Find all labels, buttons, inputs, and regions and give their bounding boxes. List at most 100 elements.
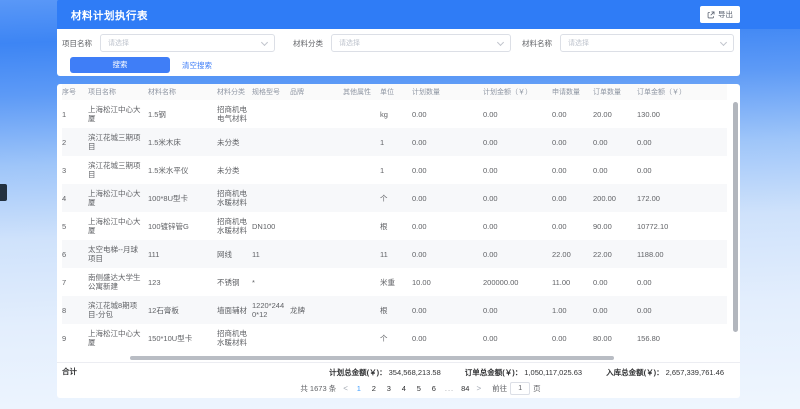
next-page-button[interactable]: > <box>476 384 481 393</box>
search-button[interactable]: 搜索 <box>70 57 170 73</box>
summary-item-label: 入库总金额(￥)： <box>606 368 664 377</box>
table-cell: 20.00 <box>593 100 637 128</box>
table-cell: 1 <box>380 128 412 156</box>
table-cell <box>252 156 290 184</box>
table-cell <box>252 184 290 212</box>
table-row[interactable]: 4上海松江中心大厦100*8U型卡招商机电水暖材料个0.000.000.0020… <box>62 184 727 212</box>
summary-item-value: 1,050,117,025.63 <box>524 368 582 377</box>
table-cell: 9 <box>62 324 88 352</box>
goto-suffix: 页 <box>533 383 541 394</box>
table-cell: kg <box>380 100 412 128</box>
filter-select-2[interactable]: 请选择 <box>560 34 734 52</box>
table-cell: 招商机电电气材料 <box>217 100 252 128</box>
page-button-6[interactable]: 6 <box>430 384 438 393</box>
table-cell: 0.00 <box>483 240 552 268</box>
column-header: 订单金额（￥） <box>637 84 727 100</box>
table-cell <box>343 240 380 268</box>
table-cell: 0.00 <box>637 296 727 324</box>
table-row[interactable]: 1上海松江中心大厦1.5钢招商机电电气材料kg0.000.000.0020.00… <box>62 100 727 128</box>
table-cell: 130.00 <box>637 100 727 128</box>
table-cell: 0.00 <box>412 100 483 128</box>
table-cell: 200000.00 <box>483 268 552 296</box>
side-drawer-handle[interactable] <box>0 184 7 201</box>
select-placeholder: 请选择 <box>568 38 589 48</box>
table-row[interactable]: 8滨江花城8期项目-分包12石膏板墙面辅材1220*2440*12龙牌根0.00… <box>62 296 727 324</box>
table-cell: 0.00 <box>552 212 593 240</box>
filter-select-1[interactable]: 请选择 <box>331 34 511 52</box>
filter-select-0[interactable]: 请选择 <box>100 34 275 52</box>
table-cell <box>252 128 290 156</box>
table-cell: 0.00 <box>593 128 637 156</box>
select-placeholder: 请选择 <box>108 38 129 48</box>
table-cell <box>343 184 380 212</box>
filter-panel: 项目名称请选择材料分类请选择材料名称请选择 搜索 清空搜索 <box>57 29 740 76</box>
export-button-label: 导出 <box>718 9 733 20</box>
table-row[interactable]: 3滨江花城三期项目1.5米水平仪未分类10.000.000.000.000.00 <box>62 156 727 184</box>
table-cell: 根 <box>380 296 412 324</box>
column-header: 计划金额（￥） <box>483 84 552 100</box>
select-placeholder: 请选择 <box>339 38 360 48</box>
column-header: 材料分类 <box>217 84 252 100</box>
table-cell: 90.00 <box>593 212 637 240</box>
table-cell: 招商机电水暖材料 <box>217 212 252 240</box>
page-title: 材料计划执行表 <box>71 8 148 23</box>
table-cell: 0.00 <box>483 324 552 352</box>
page-button-3[interactable]: 3 <box>385 384 393 393</box>
materials-table: 序号项目名称材料名称材料分类规格型号品牌其他属性单位计划数量计划金额（￥）申请数… <box>62 84 727 352</box>
horizontal-scrollbar <box>57 356 730 360</box>
table-header-row: 序号项目名称材料名称材料分类规格型号品牌其他属性单位计划数量计划金额（￥）申请数… <box>62 84 727 100</box>
page-button-5[interactable]: 5 <box>415 384 423 393</box>
table-cell: 100*8U型卡 <box>148 184 217 212</box>
table-cell: 不锈钢 <box>217 268 252 296</box>
goto-label: 前往 <box>492 383 507 394</box>
table-cell: 米重 <box>380 268 412 296</box>
table-cell: 1.5米木床 <box>148 128 217 156</box>
table-cell: 0.00 <box>412 240 483 268</box>
column-header: 序号 <box>62 84 88 100</box>
page-button-2[interactable]: 2 <box>370 384 378 393</box>
goto-page-input[interactable] <box>510 382 530 395</box>
vertical-scrollbar-thumb[interactable] <box>733 102 738 332</box>
filter-label: 材料名称 <box>522 38 552 49</box>
table-cell: 0.00 <box>483 212 552 240</box>
export-button[interactable]: 导出 <box>700 6 740 23</box>
filter-group-0: 项目名称请选择 <box>62 34 275 52</box>
table-cell <box>252 324 290 352</box>
summary-item-value: 354,568,213.58 <box>389 368 441 377</box>
table-cell <box>290 240 343 268</box>
table-cell <box>343 128 380 156</box>
page-list: 123456...84 <box>355 384 470 393</box>
chevron-down-icon <box>720 38 727 45</box>
table-row[interactable]: 9上海松江中心大厦150*10U型卡招商机电水暖材料个0.000.000.008… <box>62 324 727 352</box>
page-button-84[interactable]: 84 <box>461 384 469 393</box>
table-row[interactable]: 6太空电梯--月球项目111网线11110.000.0022.0022.0011… <box>62 240 727 268</box>
table-cell: 11.00 <box>552 268 593 296</box>
column-header: 其他属性 <box>343 84 380 100</box>
table-cell <box>343 268 380 296</box>
horizontal-scrollbar-thumb[interactable] <box>130 356 614 360</box>
table-cell <box>343 324 380 352</box>
clear-search-link[interactable]: 清空搜索 <box>182 60 212 71</box>
table-cell: 滨江花城8期项目-分包 <box>88 296 148 324</box>
prev-page-button[interactable]: < <box>343 384 348 393</box>
table-cell: 0.00 <box>483 128 552 156</box>
table-cell: 墙面辅材 <box>217 296 252 324</box>
table-cell: 10.00 <box>412 268 483 296</box>
table-cell: * <box>252 268 290 296</box>
summary-row: 合计 计划总金额(￥)：354,568,213.58订单总金额(￥)：1,050… <box>57 362 740 379</box>
goto-page: 前往 页 <box>492 382 541 395</box>
table-cell: 2 <box>62 128 88 156</box>
table-cell: 0.00 <box>637 128 727 156</box>
table-cell: 0.00 <box>412 156 483 184</box>
table-row[interactable]: 5上海松江中心大厦100镀锌管G招商机电水暖材料DN100根0.000.000.… <box>62 212 727 240</box>
table-row[interactable]: 7南侧盛达大学生公寓新建123不锈钢*米重10.00200000.0011.00… <box>62 268 727 296</box>
summary-item-value: 2,657,339,761.46 <box>666 368 724 377</box>
table-cell: 上海松江中心大厦 <box>88 100 148 128</box>
table-cell: 0.00 <box>483 296 552 324</box>
table-row[interactable]: 2滨江花城三期项目1.5米木床未分类10.000.000.000.000.00 <box>62 128 727 156</box>
table-cell <box>343 296 380 324</box>
page-button-1[interactable]: 1 <box>355 384 363 393</box>
table-cell: 11 <box>380 240 412 268</box>
table-cell: 3 <box>62 156 88 184</box>
page-button-4[interactable]: 4 <box>400 384 408 393</box>
